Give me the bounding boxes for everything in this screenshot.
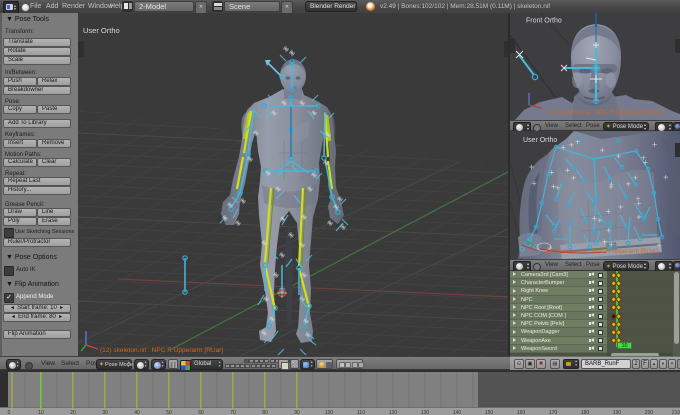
svg-text:150: 150: [485, 410, 494, 415]
svg-text:Front Ortho: Front Ortho: [526, 18, 562, 25]
svg-text:0: 0: [8, 410, 11, 415]
svg-text:170: 170: [549, 410, 558, 415]
svg-text:120: 120: [389, 410, 398, 415]
svg-text:180: 180: [581, 410, 590, 415]
svg-text:40: 40: [134, 410, 140, 415]
svg-text:210: 210: [672, 410, 680, 415]
svg-text:60: 60: [198, 410, 204, 415]
svg-text:190: 190: [613, 410, 622, 415]
svg-text:(12) skeleton.nif : NPC R Uppe: (12) skeleton.nif : NPC R Upperarm [RUar…: [548, 110, 662, 116]
svg-text:User Ortho: User Ortho: [83, 26, 120, 35]
svg-text:(12) skeleton.nif : NPC R Uppe: (12) skeleton.nif : NPC R Upperarm [RUar…: [544, 249, 658, 255]
svg-text:160: 160: [517, 410, 526, 415]
svg-text:90: 90: [294, 410, 300, 415]
svg-text:User Ortho: User Ortho: [523, 137, 557, 144]
svg-text:200: 200: [645, 410, 654, 415]
svg-text:30: 30: [102, 410, 108, 415]
svg-text:(12) skeleton.nif : NPC R Uppe: (12) skeleton.nif : NPC R Upperarm [RUar…: [100, 347, 223, 354]
svg-text:80: 80: [262, 410, 268, 415]
svg-text:110: 110: [357, 410, 365, 415]
svg-text:100: 100: [325, 410, 334, 415]
svg-text:50: 50: [166, 410, 172, 415]
svg-text:20: 20: [70, 410, 76, 415]
svg-text:70: 70: [230, 410, 236, 415]
svg-text:130: 130: [421, 410, 430, 415]
svg-text:140: 140: [453, 410, 462, 415]
